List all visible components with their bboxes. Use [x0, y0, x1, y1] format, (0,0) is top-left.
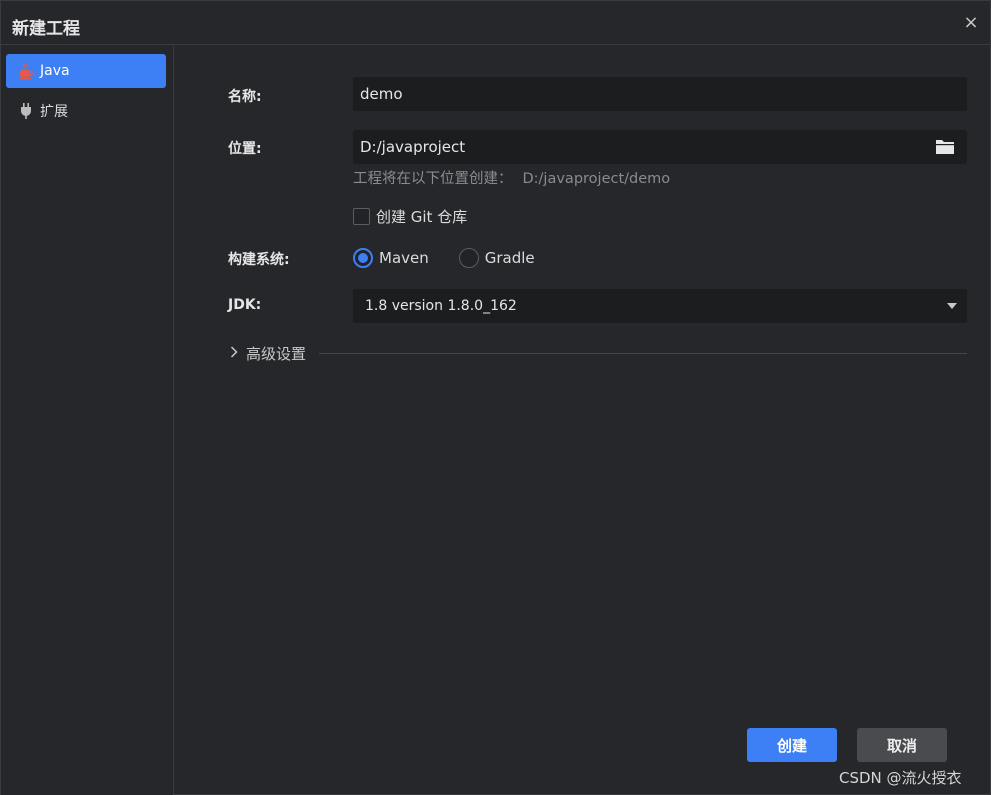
chevron-down-icon[interactable]: [947, 303, 957, 309]
advanced-settings-label: 高级设置: [246, 345, 307, 363]
dialog-title: 新建工程: [12, 19, 80, 39]
jdk-select[interactable]: 1.8 version 1.8.0_162: [353, 289, 967, 323]
plug-icon: [18, 102, 34, 120]
name-input[interactable]: [360, 85, 920, 103]
git-repo-checkbox[interactable]: [353, 208, 370, 225]
advanced-settings-toggle[interactable]: 高级设置: [230, 343, 306, 364]
divider: [319, 353, 967, 354]
build-system-radio-group: Maven Gradle: [353, 248, 565, 268]
title-bar: 新建工程 ×: [1, 5, 990, 45]
location-input[interactable]: [360, 138, 920, 156]
radio-circle[interactable]: [353, 248, 373, 268]
sidebar-item-java[interactable]: Java: [6, 54, 166, 88]
new-project-dialog: 新建工程 × Java 扩展 名称: demo 位置: D:/javaproje…: [0, 0, 991, 795]
sidebar-item-label: 扩展: [40, 104, 68, 120]
location-field[interactable]: [353, 130, 967, 164]
watermark: CSDN @流火授衣: [839, 769, 962, 787]
java-cup-icon: [18, 62, 34, 80]
name-field[interactable]: [353, 77, 967, 111]
radio-label: Gradle: [484, 249, 535, 267]
radio-maven[interactable]: Maven: [353, 248, 429, 268]
radio-gradle[interactable]: Gradle: [458, 248, 535, 268]
close-icon[interactable]: ×: [962, 14, 980, 32]
radio-circle[interactable]: [458, 248, 479, 268]
jdk-label: JDK:: [228, 297, 262, 313]
sidebar-item-extensions[interactable]: 扩展: [6, 94, 166, 128]
build-system-label: 构建系统:: [228, 252, 290, 268]
folder-icon[interactable]: [935, 138, 955, 155]
sidebar: Java 扩展: [1, 46, 174, 795]
sidebar-item-label: Java: [40, 63, 70, 79]
location-hint: 工程将在以下位置创建： D:/javaproject/demo: [353, 167, 670, 188]
location-label: 位置:: [228, 141, 262, 157]
location-hint-path: D:/javaproject/demo: [522, 171, 671, 187]
location-hint-prefix: 工程将在以下位置创建：: [353, 171, 513, 187]
name-label: 名称:: [228, 89, 262, 105]
radio-label: Maven: [379, 249, 429, 267]
chevron-right-icon: [230, 345, 238, 362]
jdk-selected-value: 1.8 version 1.8.0_162: [365, 298, 517, 314]
cancel-button[interactable]: 取消: [857, 728, 947, 762]
git-repo-checkbox-row[interactable]: 创建 Git 仓库: [353, 206, 467, 227]
git-repo-checkbox-label: 创建 Git 仓库: [376, 208, 468, 226]
create-button[interactable]: 创建: [747, 728, 837, 762]
